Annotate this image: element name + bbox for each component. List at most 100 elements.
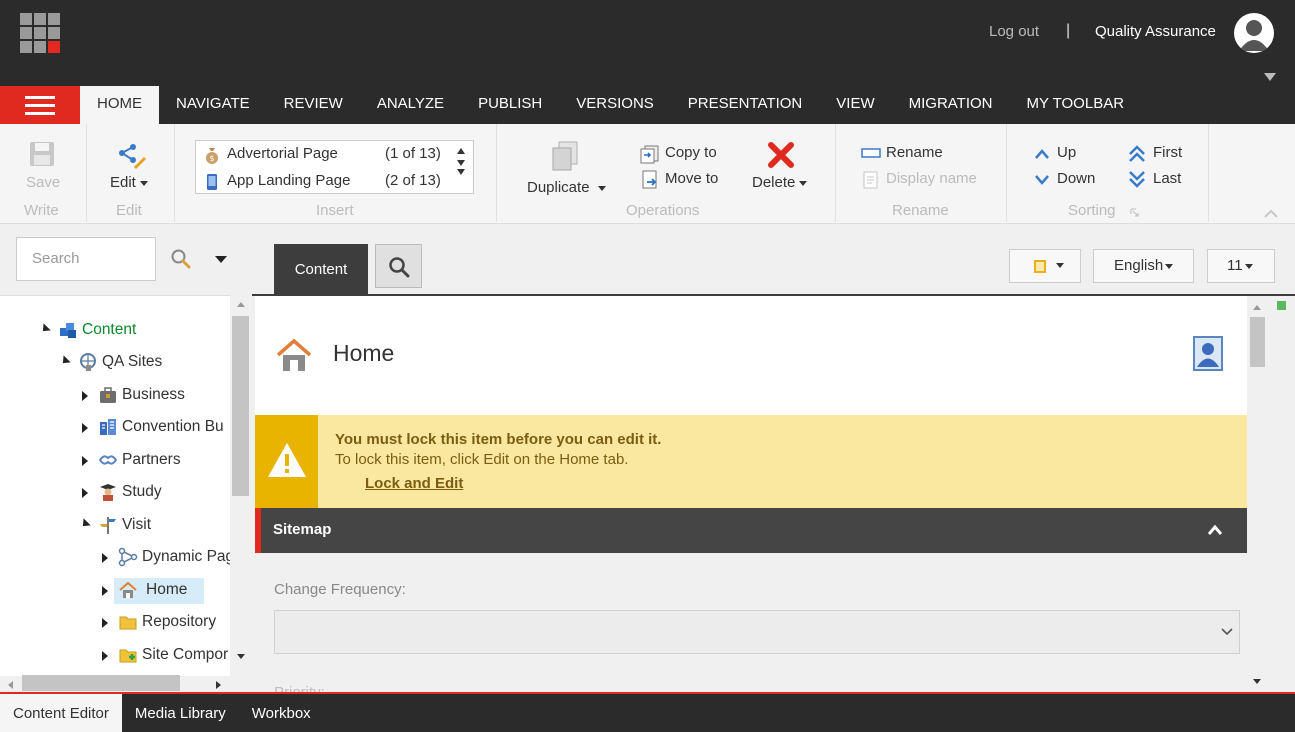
save-button[interactable]: Save — [26, 174, 60, 191]
delete-button[interactable]: Delete — [752, 174, 808, 191]
content-editor-pane: Content English 11 Home You must lock th… — [252, 224, 1295, 694]
launchpad-icon[interactable] — [20, 13, 60, 53]
tree-toggle-collapsed-icon[interactable] — [82, 423, 88, 433]
logout-link[interactable]: Log out — [989, 23, 1039, 40]
item-title: Home — [333, 340, 395, 366]
content-tree: Content QA Sites Business Convention Bu … — [0, 295, 230, 676]
section-sitemap-header[interactable]: Sitemap — [255, 508, 1247, 553]
tab-publish[interactable]: PUBLISH — [461, 86, 559, 124]
search-input[interactable]: Search — [16, 237, 156, 281]
scroll-right-icon[interactable] — [215, 680, 222, 690]
priority-label: Priority: — [274, 684, 325, 692]
search-icon[interactable] — [170, 248, 192, 270]
sort-last-button[interactable]: Last — [1153, 170, 1181, 187]
edit-button-label: Edit — [110, 174, 136, 191]
move-to-button[interactable]: Move to — [665, 170, 718, 187]
tree-node-label: Content — [82, 321, 137, 338]
taskbar-media-library[interactable]: Media Library — [122, 694, 239, 732]
tab-migration[interactable]: MIGRATION — [892, 86, 1010, 124]
sort-up-button[interactable]: Up — [1057, 144, 1076, 161]
insert-item-count: (1 of 13) — [385, 145, 441, 162]
edit-button[interactable]: Edit — [110, 174, 148, 191]
first-arrow-icon — [1129, 145, 1145, 162]
svg-text:$: $ — [209, 154, 214, 163]
tab-navigate[interactable]: NAVIGATE — [159, 86, 267, 124]
dialog-launcher-icon[interactable] — [1130, 208, 1139, 217]
folder-icon — [119, 616, 137, 630]
insert-item-advertorial-page[interactable]: $ Advertorial Page (1 of 13) — [204, 142, 459, 166]
tab-analyze[interactable]: ANALYZE — [360, 86, 461, 124]
tree-toggle-expanded-icon[interactable] — [59, 355, 71, 367]
insert-item-app-landing-page[interactable]: App Landing Page (2 of 13) — [204, 169, 459, 193]
copy-to-icon — [640, 145, 659, 164]
down-arrow-icon — [1035, 175, 1049, 185]
ribbon-collapse-icon[interactable] — [1264, 73, 1276, 81]
duplicate-button[interactable]: Duplicate — [527, 179, 606, 196]
tab-content[interactable]: Content — [274, 244, 368, 295]
edit-group-label: Edit — [116, 202, 142, 219]
avatar[interactable] — [1234, 13, 1274, 53]
bottom-taskbar: Content Editor Media Library Workbox — [0, 694, 1295, 732]
user-name[interactable]: Quality Assurance — [1095, 23, 1216, 40]
tree-toggle-collapsed-icon[interactable] — [82, 456, 88, 466]
tree-toggle-expanded-icon[interactable] — [79, 518, 91, 530]
user-avatar-icon — [1239, 20, 1269, 51]
version-value: 11 — [1227, 257, 1243, 274]
rename-button[interactable]: Rename — [886, 144, 943, 161]
sort-down-button[interactable]: Down — [1057, 170, 1095, 187]
version-dropdown[interactable]: 11 — [1207, 249, 1275, 283]
tree-node-label: Business — [122, 386, 185, 403]
chevron-up-icon[interactable] — [1264, 209, 1278, 218]
scroll-down-icon[interactable] — [1252, 678, 1262, 685]
tree-vscroll-thumb[interactable] — [232, 316, 249, 496]
change-frequency-select[interactable] — [274, 610, 1240, 654]
scroll-down-icon[interactable] — [236, 653, 246, 660]
ribbon-divider — [1208, 124, 1209, 222]
taskbar-content-editor[interactable]: Content Editor — [0, 694, 122, 732]
tab-review[interactable]: REVIEW — [267, 86, 360, 124]
hamburger-menu-icon[interactable] — [0, 86, 80, 124]
tree-toggle-collapsed-icon[interactable] — [102, 618, 108, 628]
lock-and-edit-link[interactable]: Lock and Edit — [365, 475, 463, 492]
folder-plus-icon — [119, 649, 137, 663]
search-tab-button[interactable] — [375, 244, 422, 288]
language-dropdown[interactable]: English — [1093, 249, 1194, 283]
tab-home[interactable]: HOME — [80, 86, 159, 124]
tree-toggle-collapsed-icon[interactable] — [82, 391, 88, 401]
tree-toggle-collapsed-icon[interactable] — [102, 553, 108, 563]
scroll-up-icon[interactable] — [236, 301, 246, 308]
scroll-left-icon[interactable] — [7, 680, 14, 690]
tree-toggle-collapsed-icon[interactable] — [102, 651, 108, 661]
tab-versions[interactable]: VERSIONS — [559, 86, 671, 124]
notepad-dropdown[interactable] — [1009, 249, 1081, 283]
briefcase-icon — [100, 387, 116, 403]
warning-icon — [268, 443, 306, 477]
ribbon-divider — [496, 124, 497, 222]
rename-icon — [861, 148, 881, 158]
tree-hscroll-thumb[interactable] — [22, 675, 180, 691]
tab-view[interactable]: VIEW — [819, 86, 891, 124]
scroll-more-icon[interactable] — [457, 169, 465, 175]
scroll-down-icon[interactable] — [457, 160, 465, 166]
taskbar-workbox[interactable]: Workbox — [239, 694, 324, 732]
tab-my-toolbar[interactable]: MY TOOLBAR — [1010, 86, 1142, 124]
insert-item-count: (2 of 13) — [385, 172, 441, 189]
editor-vscroll-thumb[interactable] — [1250, 317, 1265, 367]
ribbon-divider — [86, 124, 87, 222]
duplicate-icon — [552, 141, 578, 171]
search-options-dropdown-icon[interactable] — [215, 256, 227, 263]
tree-toggle-expanded-icon[interactable] — [39, 323, 51, 335]
sort-first-button[interactable]: First — [1153, 144, 1182, 161]
copy-to-button[interactable]: Copy to — [665, 144, 717, 161]
tab-presentation[interactable]: PRESENTATION — [671, 86, 819, 124]
scroll-up-icon[interactable] — [457, 148, 465, 154]
caret-down-icon — [799, 180, 808, 186]
scroll-up-icon[interactable] — [1252, 304, 1262, 311]
item-header: Home — [255, 296, 1247, 415]
insert-scroll[interactable] — [454, 145, 468, 191]
tree-toggle-collapsed-icon[interactable] — [102, 586, 108, 596]
item-user-icon[interactable] — [1193, 336, 1223, 371]
display-name-button[interactable]: Display name — [886, 170, 977, 187]
home-icon — [119, 581, 137, 598]
tree-toggle-collapsed-icon[interactable] — [82, 488, 88, 498]
